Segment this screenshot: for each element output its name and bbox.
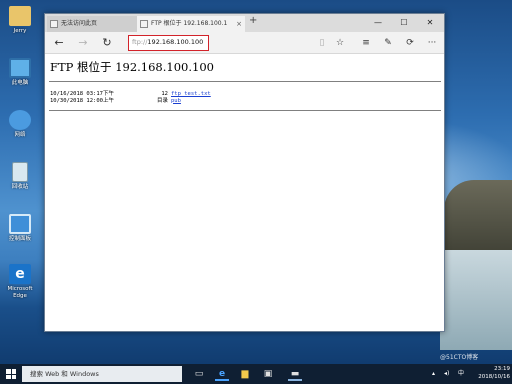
desktop-icon-label: 回收站	[11, 184, 29, 190]
more-icon[interactable]: ···	[425, 35, 439, 51]
desktop-icon-user[interactable]: Jerry	[4, 6, 36, 35]
address-protocol: ftp://	[132, 38, 148, 46]
reading-view-icon[interactable]: ▯	[315, 35, 329, 51]
close-window-button[interactable]: ✕	[419, 14, 441, 32]
top-divider	[49, 81, 441, 82]
desktop-icon-computer[interactable]: 此电脑	[4, 58, 36, 87]
hub-icon[interactable]: ≡	[359, 35, 373, 51]
tab-label: FTP 根位于 192.168.100.1	[151, 20, 228, 27]
desktop-icon-label: 控制面板	[8, 236, 31, 242]
maximize-button[interactable]: ☐	[393, 14, 415, 32]
edge-icon: e	[9, 264, 31, 284]
title-bar: 无法访问此页 FTP 根位于 192.168.100.1 × + — ☐ ✕	[45, 14, 444, 32]
bottom-divider	[49, 110, 441, 111]
tab-ftp[interactable]: FTP 根位于 192.168.100.1 ×	[137, 16, 245, 32]
volume-tray-icon[interactable]: ◂)	[444, 369, 449, 379]
start-button[interactable]	[6, 369, 16, 379]
page-title: FTP 根位于 192.168.100.100	[50, 60, 214, 74]
refresh-button[interactable]: ↻	[99, 35, 115, 51]
terminal-icon[interactable]: ▬	[288, 367, 302, 381]
input-language[interactable]: 中	[458, 369, 464, 379]
recycle-bin-icon	[12, 162, 28, 182]
address-bar[interactable]: ftp://192.168.100.100	[128, 35, 209, 51]
file-explorer-icon[interactable]: ▆	[238, 367, 252, 381]
entry-size: 目录	[156, 97, 168, 104]
minimize-button[interactable]: —	[367, 14, 389, 32]
desktop-icon-control-panel[interactable]: 控制面板	[4, 214, 36, 243]
store-icon[interactable]: ▣	[261, 367, 275, 381]
tab-label: 无法访问此页	[61, 20, 98, 27]
task-view-icon[interactable]: ▭	[192, 367, 206, 381]
share-icon[interactable]: ⟳	[403, 35, 417, 51]
tab-cannot-reach[interactable]: 无法访问此页	[47, 16, 137, 32]
desktop-icon-label: 此电脑	[11, 80, 29, 86]
favorite-star-icon[interactable]: ☆	[333, 35, 347, 51]
taskbar-clock[interactable]: 23:19 2018/10/16	[476, 366, 510, 381]
page-icon	[50, 20, 58, 28]
taskbar-search-input[interactable]: 搜索 Web 和 Windows	[22, 366, 182, 382]
user-folder-icon	[9, 6, 31, 26]
taskbar: 搜索 Web 和 Windows ▭ e ▆ ▣ ▬ ▴ ◂) 中 23:19 …	[0, 364, 512, 384]
wallpaper-beach	[440, 250, 512, 350]
watermark: @51CTO博客	[440, 354, 479, 361]
network-icon	[9, 110, 31, 130]
desktop-icon-label: 网络	[14, 132, 26, 138]
address-host: 192.168.100.100	[147, 38, 204, 46]
entry-link[interactable]: pub	[171, 98, 181, 105]
desktop-icon-edge[interactable]: e Microsoft Edge	[4, 264, 36, 300]
close-tab-icon[interactable]: ×	[236, 16, 242, 32]
desktop-icon-label: Microsoft Edge	[7, 286, 33, 299]
desktop-icon-network[interactable]: 网络	[4, 110, 36, 139]
page-content: FTP 根位于 192.168.100.100 10/16/2018 03:17…	[45, 55, 444, 331]
clock-date: 2018/10/16	[478, 373, 510, 380]
forward-button[interactable]: →	[75, 35, 91, 51]
browser-window: 无法访问此页 FTP 根位于 192.168.100.1 × + — ☐ ✕ ←…	[44, 13, 445, 332]
new-tab-button[interactable]: +	[249, 15, 257, 26]
web-note-icon[interactable]: ✎	[381, 35, 395, 51]
clock-time: 23:19	[494, 366, 510, 372]
computer-icon	[9, 58, 31, 78]
page-icon	[140, 20, 148, 28]
entry-date: 10/30/2018 12:00上午	[50, 97, 114, 104]
wallpaper-rock	[444, 180, 512, 260]
desktop-icon-recycle-bin[interactable]: 回收站	[4, 162, 36, 191]
back-button[interactable]: ←	[51, 35, 67, 51]
network-tray-icon[interactable]: ▴	[432, 369, 435, 379]
edge-taskbar-icon[interactable]: e	[215, 367, 229, 381]
control-panel-icon	[9, 214, 31, 234]
navigation-bar: ← → ↻ ftp://192.168.100.100 ▯ ☆ ≡ ✎ ⟳ ··…	[45, 32, 444, 54]
desktop-icon-label: Jerry	[13, 28, 27, 34]
